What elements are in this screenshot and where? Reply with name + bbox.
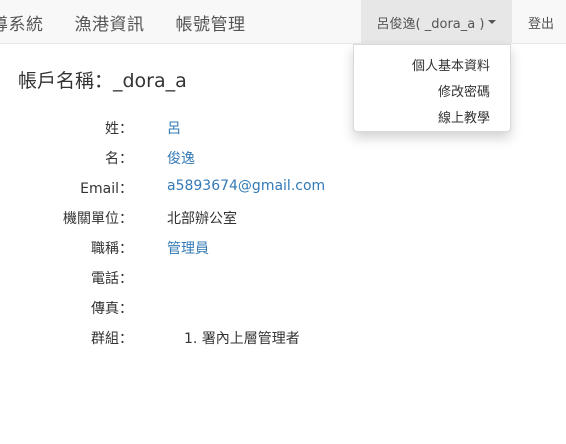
field-row-given-name: 名： 俊逸 [0,148,566,170]
user-dropdown-menu: 個人基本資料 修改密碼 線上教學 [353,44,511,132]
field-row-agency: 機關單位： 北部辦公室 [0,208,566,230]
user-menu-label: 呂俊逸( _dora_a ) [376,16,485,32]
nav-item-system[interactable]: 導系統 [0,10,44,35]
page-title: 帳戶名稱：_dora_a [18,70,187,92]
nav-item-account-management[interactable]: 帳號管理 [176,10,246,35]
group-item-number: 1. [184,331,198,347]
field-row-email: Email： a5893674@gmail.com [0,178,566,200]
field-label: 群組： [91,331,133,347]
field-row-phone: 電話： [0,268,566,290]
user-menu-toggle[interactable]: 呂俊逸( _dora_a ) [361,0,512,44]
caret-down-icon [488,20,497,24]
group-item-name: 署內上層管理者 [201,331,300,347]
nav-menu: 導系統 漁港資訊 帳號管理 [0,0,277,44]
dropdown-item-online-tutorial[interactable]: 線上教學 [438,107,490,126]
top-navbar: 導系統 漁港資訊 帳號管理 呂俊逸( _dora_a ) 登出 [0,0,566,44]
field-label: 職稱： [91,241,133,257]
nav-item-harbor-info[interactable]: 漁港資訊 [75,10,145,35]
dropdown-item-change-password[interactable]: 修改密碼 [438,81,490,100]
field-label: 機關單位： [63,211,133,227]
field-value[interactable]: a5893674@gmail.com [167,178,325,194]
field-value: 管理員 [167,241,209,257]
field-label: 傳真： [91,301,133,317]
field-value: 呂 [167,121,181,137]
group-list: 1. 署內上層管理者 [184,328,300,348]
field-row-groups: 群組： 1. 署內上層管理者 [0,328,566,350]
field-label: 名： [105,151,133,167]
logout-link[interactable]: 登出 [528,0,554,44]
field-label: 電話： [91,271,133,287]
field-label: 姓： [105,121,133,137]
field-row-title: 職稱： 管理員 [0,238,566,260]
field-value: 北部辦公室 [167,211,237,227]
field-label: Email： [80,181,133,197]
field-value: 俊逸 [167,151,195,167]
dropdown-item-profile[interactable]: 個人基本資料 [412,55,490,74]
field-row-fax: 傳真： [0,298,566,320]
